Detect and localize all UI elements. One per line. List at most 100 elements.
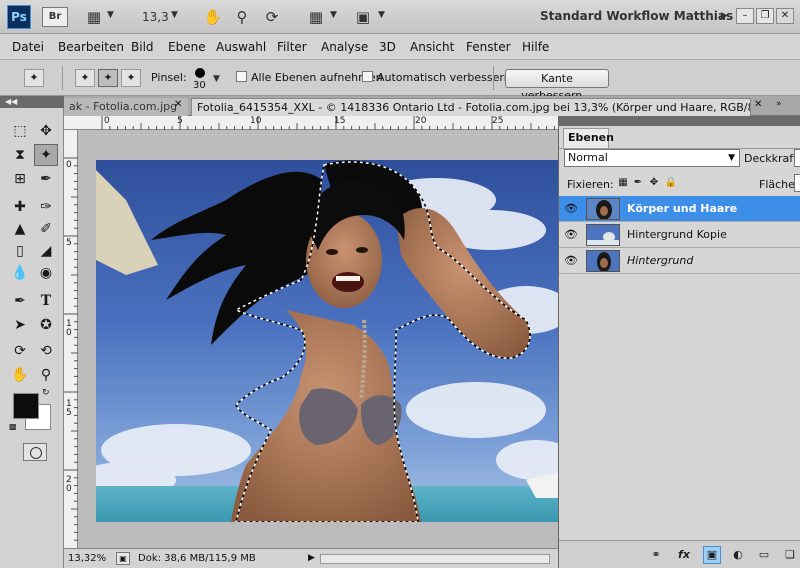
chevron-right-icon[interactable]: ▶ xyxy=(721,11,728,21)
toolbox-collapse-bar[interactable]: ◀◀ xyxy=(0,96,64,108)
path-selection-tool-icon[interactable]: ➤ xyxy=(8,314,32,336)
film-icon[interactable]: ▦ xyxy=(84,7,104,27)
menu-ebene[interactable]: Ebene xyxy=(168,40,206,54)
link-layers-icon[interactable]: ⚭ xyxy=(647,546,665,564)
menu-auswahl[interactable]: Auswahl xyxy=(216,40,266,54)
rotate-view-icon[interactable]: ⟳ xyxy=(262,7,282,27)
brush-preview-icon[interactable] xyxy=(195,68,205,78)
blend-mode-value: Normal xyxy=(568,151,608,164)
ruler-tick-label: 1 0 xyxy=(66,319,72,338)
add-mask-icon[interactable]: ▣ xyxy=(703,546,721,564)
close-button[interactable]: ✕ xyxy=(776,8,794,24)
visibility-eye-icon[interactable]: 👁 xyxy=(564,254,578,268)
eyedropper-tool-icon[interactable]: ✒ xyxy=(34,168,58,190)
status-menu-icon[interactable]: ▶ xyxy=(308,553,315,563)
eraser-tool-icon[interactable]: ▯ xyxy=(8,240,32,262)
lock-transparency-icon[interactable]: ▦ xyxy=(616,176,630,190)
foreground-color-swatch[interactable] xyxy=(13,393,39,419)
layer-row-hintergrund-kopie[interactable]: 👁 Hintergrund Kopie xyxy=(559,222,800,248)
marquee-tool-icon[interactable]: ⬚ xyxy=(8,120,32,142)
document-tab[interactable]: ak - Fotolia.com.jpg xyxy=(64,98,188,116)
layer-row-hintergrund[interactable]: 👁 Hintergrund xyxy=(559,248,800,274)
menu-datei[interactable]: Datei xyxy=(12,40,44,54)
brush-size: 30 xyxy=(193,80,206,91)
layer-row-koerper-und-haare[interactable]: 👁 Körper und Haare xyxy=(559,196,800,222)
opacity-field[interactable] xyxy=(794,149,800,167)
lock-pixels-icon[interactable]: ✒ xyxy=(631,176,645,190)
pen-tool-icon[interactable]: ✒ xyxy=(8,290,32,312)
chevron-down-icon[interactable]: ▼ xyxy=(378,10,385,20)
layers-tab[interactable]: Ebenen xyxy=(563,128,614,148)
swap-colors-icon[interactable]: ↻ xyxy=(42,388,50,398)
workspace-label[interactable]: Standard Workflow Matthias xyxy=(540,9,733,23)
tabs-overflow-icon[interactable]: » xyxy=(776,99,782,109)
paint-bucket-tool-icon[interactable]: ◢ xyxy=(34,240,58,262)
refine-edge-button[interactable]: Kante verbessern... xyxy=(505,69,609,102)
3d-orbit-tool-icon[interactable]: ⟲ xyxy=(34,340,58,362)
zoom-tool-icon[interactable]: ⚲ xyxy=(232,7,252,27)
menu-3d[interactable]: 3D xyxy=(379,40,396,54)
dodge-tool-icon[interactable]: ◉ xyxy=(34,262,58,284)
adjustment-layer-icon[interactable]: ◐ xyxy=(729,546,747,564)
menu-bearbeiten[interactable]: Bearbeiten xyxy=(58,40,124,54)
document-tab-active[interactable]: Fotolia_6415354_XXL - © 1418336 Ontario … xyxy=(191,98,751,116)
horizontal-scrollbar[interactable] xyxy=(320,554,550,564)
panel-header-strip[interactable] xyxy=(559,116,800,126)
chevron-down-icon[interactable]: ▼ xyxy=(330,10,337,20)
menu-hilfe[interactable]: Hilfe xyxy=(522,40,549,54)
menu-bild[interactable]: Bild xyxy=(131,40,154,54)
minimize-button[interactable]: – xyxy=(736,8,754,24)
lock-all-icon[interactable]: 🔒 xyxy=(664,176,678,190)
type-tool-icon[interactable]: T xyxy=(34,290,58,312)
fill-field[interactable] xyxy=(794,174,800,192)
visibility-eye-icon[interactable]: 👁 xyxy=(564,202,578,216)
chevron-down-icon[interactable]: ▼ xyxy=(107,10,114,20)
close-tab-icon[interactable]: ✕ xyxy=(174,99,182,110)
history-brush-tool-icon[interactable]: ✐ xyxy=(34,218,58,240)
crop-tool-icon[interactable]: ⊞ xyxy=(8,168,32,190)
visibility-eye-icon[interactable]: 👁 xyxy=(564,228,578,242)
menu-fenster[interactable]: Fenster xyxy=(466,40,511,54)
clone-stamp-tool-icon[interactable]: ▲ xyxy=(8,218,32,240)
restore-button[interactable]: ❐ xyxy=(756,8,774,24)
menu-ansicht[interactable]: Ansicht xyxy=(410,40,454,54)
new-layer-icon[interactable]: ❏ xyxy=(781,546,799,564)
menu-filter[interactable]: Filter xyxy=(277,40,307,54)
brush-tool-icon[interactable]: ✑ xyxy=(34,196,58,218)
auto-enhance-checkbox[interactable] xyxy=(362,71,373,82)
subtract-selection-brush-icon[interactable]: ✦ xyxy=(121,69,141,87)
tool-preset-picker[interactable]: ✦ xyxy=(24,69,44,87)
new-group-icon[interactable]: ▭ xyxy=(755,546,773,564)
arrange-documents-icon[interactable]: ▦ xyxy=(305,7,327,27)
quick-mask-button[interactable] xyxy=(23,443,47,461)
document-image[interactable] xyxy=(96,160,558,522)
3d-rotate-tool-icon[interactable]: ⟳ xyxy=(8,340,32,362)
lasso-tool-icon[interactable]: ⧗ xyxy=(8,144,32,166)
add-to-selection-brush-icon[interactable]: ✦ xyxy=(98,69,118,87)
layer-thumbnail xyxy=(586,224,620,246)
healing-brush-tool-icon[interactable]: ✚ xyxy=(8,196,32,218)
close-tab-icon[interactable]: ✕ xyxy=(754,99,762,110)
lock-label: Fixieren: xyxy=(567,178,614,191)
bridge-button[interactable]: Br xyxy=(42,7,68,27)
hand-tool-icon[interactable]: ✋ xyxy=(203,7,223,27)
horizontal-ruler: 0 5 10 15 20 25 xyxy=(64,116,558,130)
default-colors-icon[interactable]: ▩ xyxy=(9,422,17,431)
menu-analyse[interactable]: Analyse xyxy=(321,40,368,54)
zoom-field[interactable]: 13,32% xyxy=(68,553,106,564)
status-info-icon[interactable]: ▣ xyxy=(116,552,130,565)
chevron-down-icon[interactable]: ▼ xyxy=(171,10,178,20)
zoom-tool-icon[interactable]: ⚲ xyxy=(34,364,58,386)
move-tool-icon[interactable]: ✥ xyxy=(34,120,58,142)
quick-selection-tool-icon[interactable]: ✦ xyxy=(34,144,58,166)
custom-shape-tool-icon[interactable]: ✪ xyxy=(34,314,58,336)
blend-mode-select[interactable]: Normal ▼ xyxy=(564,149,740,167)
chevron-down-icon[interactable]: ▼ xyxy=(213,74,220,84)
new-selection-brush-icon[interactable]: ✦ xyxy=(75,69,95,87)
layer-style-icon[interactable]: fx xyxy=(675,546,693,564)
blur-tool-icon[interactable]: 💧 xyxy=(8,262,32,284)
all-layers-checkbox[interactable] xyxy=(236,71,247,82)
hand-tool-icon[interactable]: ✋ xyxy=(8,364,32,386)
screen-mode-icon[interactable]: ▣ xyxy=(352,7,374,27)
lock-position-icon[interactable]: ✥ xyxy=(647,176,661,190)
